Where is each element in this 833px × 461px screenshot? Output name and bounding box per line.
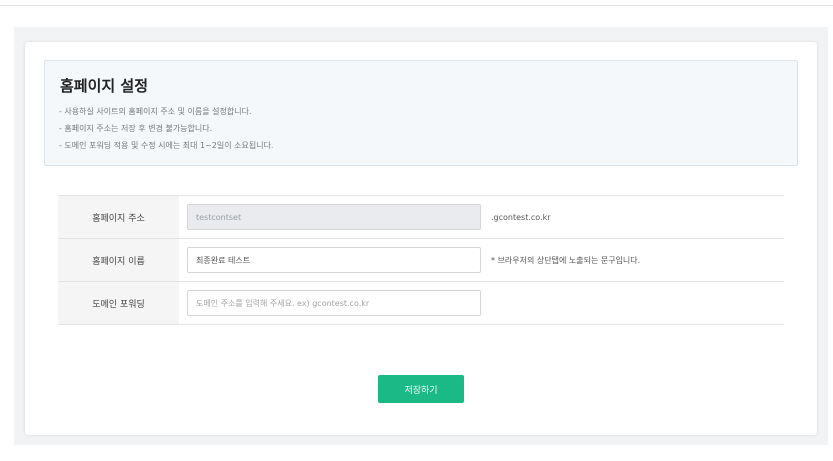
page-title: 홈페이지 설정 — [60, 77, 149, 95]
info-line-1: - 사용하실 사이트의 홈페이지 주소 및 이름을 설정합니다. — [59, 107, 252, 116]
domain-suffix: .gcontest.co.kr — [491, 212, 551, 222]
homepage-address-input — [187, 204, 481, 230]
name-note: * 브라우저의 상단탭에 노출되는 문구입니다. — [491, 255, 641, 265]
form-row-address: 홈페이지 주소 .gcontest.co.kr — [58, 196, 784, 239]
info-line-2: - 홈페이지 주소는 저장 후 변경 불가능합니다. — [59, 124, 213, 133]
save-button[interactable]: 저장하기 — [378, 375, 464, 403]
homepage-name-input[interactable] — [187, 247, 481, 273]
name-label: 홈페이지 이름 — [58, 239, 179, 281]
domain-forwarding-input[interactable] — [187, 290, 481, 316]
info-line-3: - 도메인 포워딩 적용 및 수정 시에는 최대 1~2일이 소요됩니다. — [59, 141, 274, 150]
top-divider — [0, 5, 833, 6]
address-label: 홈페이지 주소 — [58, 196, 179, 238]
form-row-forwarding: 도메인 포워딩 — [58, 282, 784, 325]
info-box: 홈페이지 설정 - 사용하실 사이트의 홈페이지 주소 및 이름을 설정합니다.… — [44, 60, 798, 166]
settings-form: 홈페이지 주소 .gcontest.co.kr 홈페이지 이름 * 브라우저의 … — [58, 195, 784, 325]
form-row-name: 홈페이지 이름 * 브라우저의 상단탭에 노출되는 문구입니다. — [58, 239, 784, 282]
forwarding-label: 도메인 포워딩 — [58, 282, 179, 324]
